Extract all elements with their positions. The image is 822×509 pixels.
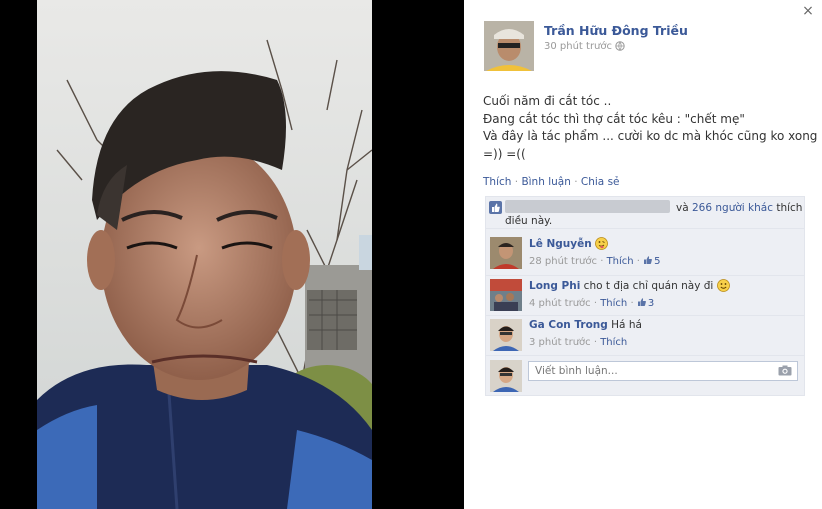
post-line: Và đây là tác phẩm ... cười ko dc mà khó… xyxy=(483,129,818,143)
likes-like-text: thích xyxy=(776,202,803,214)
comment-avatar-image xyxy=(490,279,522,311)
likes-others-link[interactable]: 266 người khác xyxy=(692,202,773,214)
post-actions: Thích · Bình luận · Chia sẻ xyxy=(483,176,620,188)
author-avatar-image xyxy=(484,21,534,71)
share-link[interactable]: Chia sẻ xyxy=(581,176,620,188)
comment-body: Lê Nguyễn xyxy=(529,237,608,250)
comment-text: cho t địa chỉ quán này đi xyxy=(583,280,714,292)
comment-like-count[interactable]: 5 xyxy=(654,256,660,267)
comment-like-count[interactable]: 3 xyxy=(648,298,654,309)
thumbs-up-icon xyxy=(489,201,502,214)
comment-body: Ga Con Trong Há há xyxy=(529,319,642,331)
comment-meta: 3 phút trước · Thích xyxy=(529,337,628,348)
comment-meta: 4 phút trước · Thích · 3 xyxy=(529,298,655,309)
comment-avatar-image xyxy=(490,237,522,269)
comment-avatar[interactable] xyxy=(490,237,522,269)
photo-stage xyxy=(0,0,464,509)
thumbs-up-icon xyxy=(644,256,653,264)
likes-summary: và 266 người khác thích điều này. xyxy=(486,197,804,229)
face-tongue-icon xyxy=(595,237,608,250)
camera-icon[interactable] xyxy=(778,365,792,376)
comment-body: Long Phi cho t địa chỉ quán này đi xyxy=(529,279,730,292)
likes-line: và 266 người khác thích xyxy=(676,202,802,214)
comment-like-link[interactable]: Thích xyxy=(607,256,634,267)
like-link[interactable]: Thích xyxy=(483,176,511,188)
post-photo[interactable] xyxy=(37,0,372,509)
comment-avatar[interactable] xyxy=(490,319,522,351)
comment-input-placeholder: Viết bình luận... xyxy=(535,365,618,377)
thumbs-up-icon xyxy=(637,298,646,306)
action-separator: · xyxy=(511,176,522,188)
author-avatar[interactable] xyxy=(484,21,534,71)
comment-input[interactable]: Viết bình luận... xyxy=(528,361,798,381)
comment-composer: Viết bình luận... xyxy=(486,355,804,396)
smiley-icon xyxy=(716,279,730,292)
comment-link[interactable]: Bình luận xyxy=(521,176,570,188)
comment-item: Long Phi cho t địa chỉ quán này đi 4 phú… xyxy=(486,275,804,316)
comment-avatar[interactable] xyxy=(490,279,522,311)
comment-meta: 28 phút trước · Thích · 5 xyxy=(529,256,661,267)
post-time-text: 30 phút trước xyxy=(544,41,613,52)
comment-author[interactable]: Lê Nguyễn xyxy=(529,238,592,250)
likes-and: và xyxy=(676,202,689,214)
comment-time[interactable]: 4 phút trước xyxy=(529,298,591,309)
likes-suffix: điều này. xyxy=(505,215,553,227)
comment-item: Ga Con Trong Há há 3 phút trước · Thích xyxy=(486,315,804,356)
comment-author[interactable]: Ga Con Trong xyxy=(529,319,608,331)
comment-avatar-image xyxy=(490,319,522,351)
viewer-avatar xyxy=(490,360,522,392)
close-icon[interactable]: × xyxy=(800,3,816,19)
post-line: Cuối năm đi cắt tóc .. xyxy=(483,94,612,108)
comment-text: Há há xyxy=(611,319,642,331)
comment-like-link[interactable]: Thích xyxy=(600,298,627,309)
photo-image xyxy=(37,0,372,509)
comment-time[interactable]: 28 phút trước xyxy=(529,256,597,267)
feedback-box: và 266 người khác thích điều này. Lê Ngu… xyxy=(485,196,805,396)
post-message: Cuối năm đi cắt tóc .. Đang cắt tóc thì … xyxy=(483,93,818,163)
comment-time[interactable]: 3 phút trước xyxy=(529,337,591,348)
post-timestamp[interactable]: 30 phút trước xyxy=(544,41,625,52)
action-separator: · xyxy=(570,176,581,188)
post-sidebar: × Trần Hữu Đông Triều 30 phút trước Cuối… xyxy=(464,0,822,509)
post-line: Đang cắt tóc thì thợ cắt tóc kêu : "chết… xyxy=(483,111,745,126)
author-name[interactable]: Trần Hữu Đông Triều xyxy=(544,23,688,38)
comment-author[interactable]: Long Phi xyxy=(529,280,580,292)
comment-item: Lê Nguyễn 28 phút trước · Thích · 5 xyxy=(486,234,804,274)
comment-like-link[interactable]: Thích xyxy=(600,337,627,348)
viewer-avatar-image xyxy=(490,360,522,392)
blurred-names xyxy=(505,200,670,213)
post-line: =)) =(( xyxy=(483,146,526,161)
globe-icon xyxy=(615,41,625,51)
